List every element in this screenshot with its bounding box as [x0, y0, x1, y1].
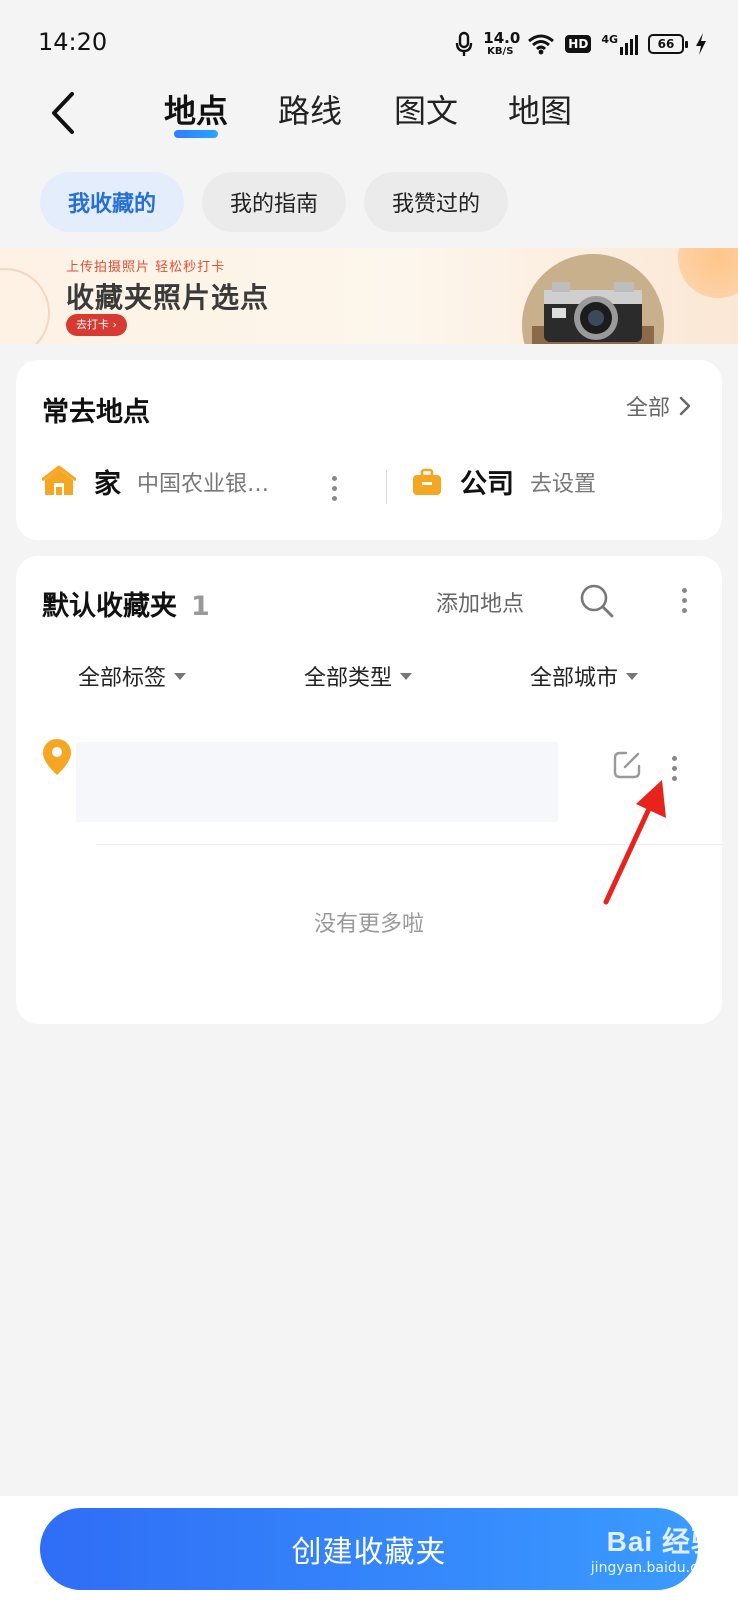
briefcase-icon: [413, 468, 441, 495]
no-more-text: 没有更多啦: [313, 912, 424, 937]
banner-title: 收藏夹照片选点: [66, 281, 270, 314]
home-label: 家: [94, 469, 121, 500]
net-speed-value: 14.0: [483, 29, 521, 47]
work-set-link[interactable]: 去设置: [530, 466, 596, 498]
work-place[interactable]: 公司 去设置: [412, 462, 596, 501]
pill-my-likes[interactable]: 我赞过的: [364, 172, 509, 232]
search-icon: [580, 584, 614, 618]
favorites-count: 1: [191, 591, 210, 622]
tab-routes[interactable]: 路线: [278, 86, 342, 132]
pill-my-guides[interactable]: 我的指南: [202, 172, 347, 232]
watermark-brand: Bai 经验: [606, 1526, 720, 1557]
network-type: 4G: [601, 33, 618, 46]
status-bar: 14:20 14.0 KB/S HD 4G 66: [0, 0, 738, 90]
filter-tags[interactable]: 全部标签: [78, 660, 187, 692]
work-label: 公司: [460, 469, 514, 500]
folder-more-button[interactable]: [672, 580, 696, 620]
battery-icon: 66: [648, 34, 688, 54]
active-tab-indicator: [174, 130, 218, 138]
banner-decoration: [0, 268, 50, 344]
view-all-link[interactable]: 全部: [626, 390, 692, 422]
chevron-right-icon: [679, 396, 691, 416]
banner-checkin-button[interactable]: 去打卡 ›: [66, 314, 127, 336]
home-more-button[interactable]: [322, 468, 346, 508]
filter-cities[interactable]: 全部城市: [530, 660, 639, 692]
bottom-bar: 创建收藏夹 Bai 经验 jingyan.baidu.com: [0, 1496, 738, 1600]
favorites-folder-card: 默认收藏夹 1 添加地点 全部标签 全部类型 全部城市 没有更多啦: [16, 556, 722, 1024]
banner-sun-decoration: [678, 248, 738, 298]
filter-tags-label: 全部标签: [78, 666, 167, 691]
tab-posts[interactable]: 图文: [394, 86, 458, 132]
cellular-signal-icon: 4G: [601, 33, 638, 55]
home-place[interactable]: 家 中国农业银…: [42, 462, 269, 501]
status-icons: 14.0 KB/S HD 4G 66: [455, 26, 708, 62]
location-pin-icon: [43, 739, 71, 775]
frequent-places-title: 常去地点: [42, 397, 150, 428]
item-more-button[interactable]: [662, 748, 686, 788]
wifi-icon: [527, 33, 555, 55]
view-all-label: 全部: [625, 396, 670, 421]
camera-icon: [522, 254, 664, 344]
back-button[interactable]: [44, 88, 84, 138]
baidu-watermark: Bai 经验 jingyan.baidu.com: [591, 1520, 720, 1576]
promo-banner[interactable]: 上传拍摄照片 轻松秒打卡 收藏夹照片选点 去打卡 ›: [0, 248, 738, 344]
search-button[interactable]: [578, 582, 616, 620]
item-divider: [96, 844, 722, 845]
favorites-folder-title: 默认收藏夹: [42, 591, 177, 622]
chevron-left-icon: [52, 92, 74, 134]
caret-down-icon: [626, 672, 639, 680]
filter-types[interactable]: 全部类型: [304, 660, 413, 692]
favorite-item-content[interactable]: [76, 742, 558, 822]
top-nav: 地点 路线 图文 地图: [0, 78, 738, 148]
tab-maps[interactable]: 地图: [508, 86, 572, 132]
caret-down-icon: [400, 672, 413, 680]
frequent-places-card: 常去地点 全部 家 中国农业银… 公司 去设置: [16, 360, 722, 540]
favorite-item: [16, 732, 722, 842]
net-speed-unit: KB/S: [487, 46, 514, 57]
status-time: 14:20: [38, 28, 108, 56]
frequent-places-row: 家 中国农业银… 公司 去设置: [42, 462, 702, 514]
category-pills: 我收藏的 我的指南 我赞过的: [40, 172, 509, 232]
charging-icon: [694, 32, 708, 56]
camera-photo-image: [522, 254, 664, 344]
filter-types-label: 全部类型: [304, 666, 393, 691]
banner-subtitle: 上传拍摄照片 轻松秒打卡: [66, 260, 226, 275]
net-speed: 14.0 KB/S: [483, 29, 521, 58]
tab-places[interactable]: 地点: [164, 86, 228, 132]
home-icon: [42, 464, 76, 495]
caret-down-icon: [174, 672, 187, 680]
favorites-folder-header: 默认收藏夹 1: [42, 584, 210, 623]
pill-my-favorites[interactable]: 我收藏的: [40, 172, 185, 232]
filter-cities-label: 全部城市: [530, 666, 619, 691]
filter-bar: 全部标签 全部类型 全部城市: [16, 660, 722, 704]
edit-item-button[interactable]: [612, 750, 642, 780]
hd-icon: HD: [565, 35, 592, 53]
edit-icon: [613, 751, 641, 779]
watermark-url: jingyan.baidu.com: [590, 1560, 720, 1576]
places-divider: [386, 470, 387, 504]
add-place-button[interactable]: 添加地点: [436, 586, 524, 618]
home-address: 中国农业银…: [137, 471, 270, 497]
microphone-icon: [455, 31, 473, 57]
